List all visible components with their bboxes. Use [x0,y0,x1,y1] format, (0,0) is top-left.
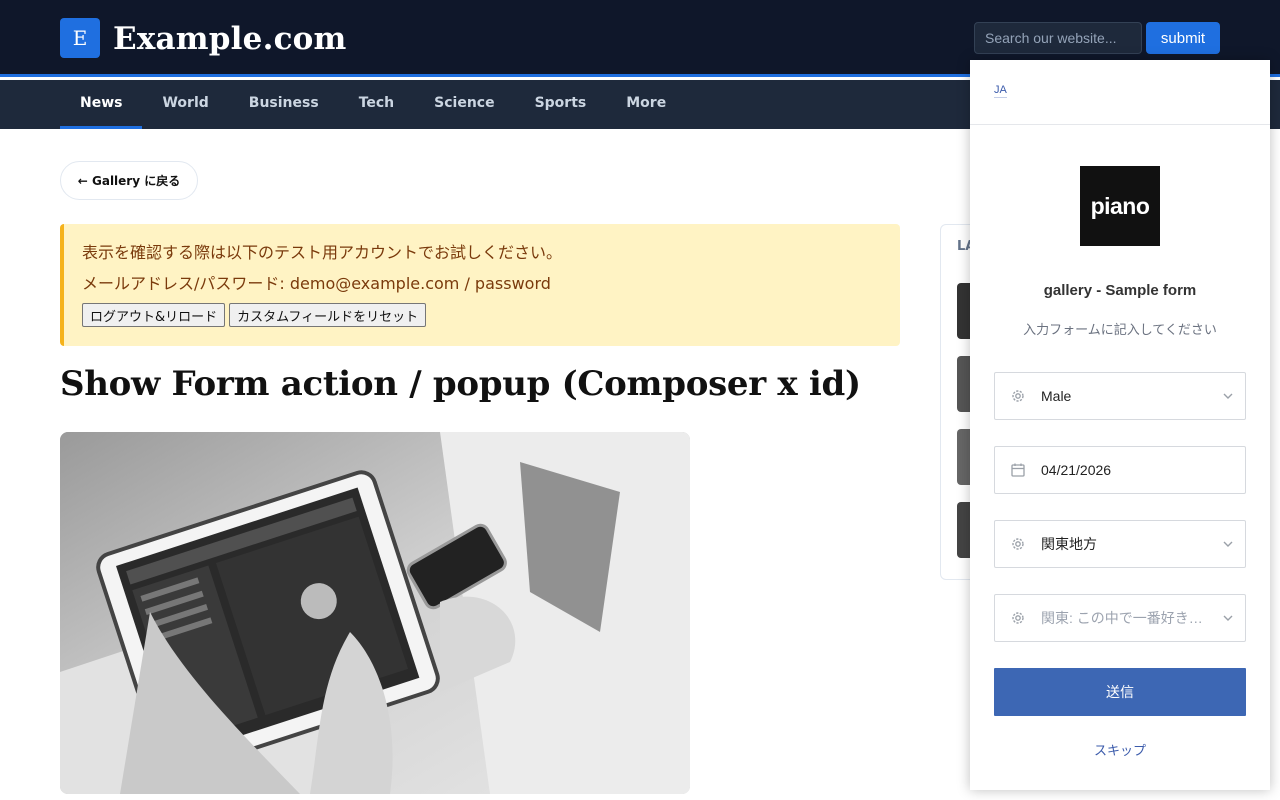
region-select[interactable]: 関東地方 [994,520,1246,568]
chevron-down-icon [1211,373,1245,419]
page-title: Show Form action / popup (Composer x id) [60,364,861,404]
search-input[interactable] [974,22,1142,54]
site-name[interactable]: Example.com [113,18,347,60]
form-popup: JA piano gallery - Sample form 入力フォームに記入… [970,60,1270,790]
piano-logo: piano [1080,166,1160,246]
calendar-icon [995,447,1041,493]
skip-link[interactable]: スキップ [970,740,1270,759]
region-value: 関東地方 [1041,536,1097,552]
search-submit-button[interactable]: submit [1146,22,1220,54]
nav-item-more[interactable]: More [606,80,686,129]
reset-custom-fields-button[interactable]: カスタムフィールドをリセット [229,303,427,327]
notice-line-1: 表示を確認する際は以下のテスト用アカウントでお試しください。 [82,243,563,262]
send-button[interactable]: 送信 [994,668,1246,716]
nav-item-world[interactable]: World [142,80,228,129]
logout-reload-button[interactable]: ログアウト&リロード [82,303,226,327]
nav-item-business[interactable]: Business [229,80,339,129]
back-to-gallery-button[interactable]: ← Gallery に戻る [60,161,198,200]
tablet-photo [60,432,690,794]
date-field[interactable]: 04/21/2026 [994,446,1246,494]
date-value: 04/21/2026 [1041,462,1112,478]
test-account-notice: 表示を確認する際は以下のテスト用アカウントでお試しください。 メールアドレス/パ… [60,224,900,346]
hero-image [60,432,690,794]
gender-value: Male [1041,388,1072,404]
notice-line-2: メールアドレス/パスワード: demo@example.com / passwo… [82,274,551,293]
language-selector[interactable]: JA [994,84,1007,98]
chevron-down-icon [1211,521,1245,567]
gear-icon [995,521,1041,567]
nav-item-science[interactable]: Science [414,80,514,129]
gear-icon [995,373,1041,419]
gender-select[interactable]: Male [994,372,1246,420]
popup-title: gallery - Sample form [1043,282,1197,299]
prefecture-placeholder: 関東: この中で一番好きな都県は？ [1041,610,1211,626]
chevron-down-icon [1211,595,1245,641]
nav-item-tech[interactable]: Tech [339,80,414,129]
popup-header: JA [970,60,1270,125]
site-logo[interactable]: E [60,18,100,58]
nav-item-sports[interactable]: Sports [515,80,607,129]
nav-item-news[interactable]: News [60,80,143,129]
gear-icon [995,595,1041,641]
prefecture-select[interactable]: 関東: この中で一番好きな都県は？ [994,594,1246,642]
popup-subtitle: 入力フォームに記入してください [1023,323,1217,338]
